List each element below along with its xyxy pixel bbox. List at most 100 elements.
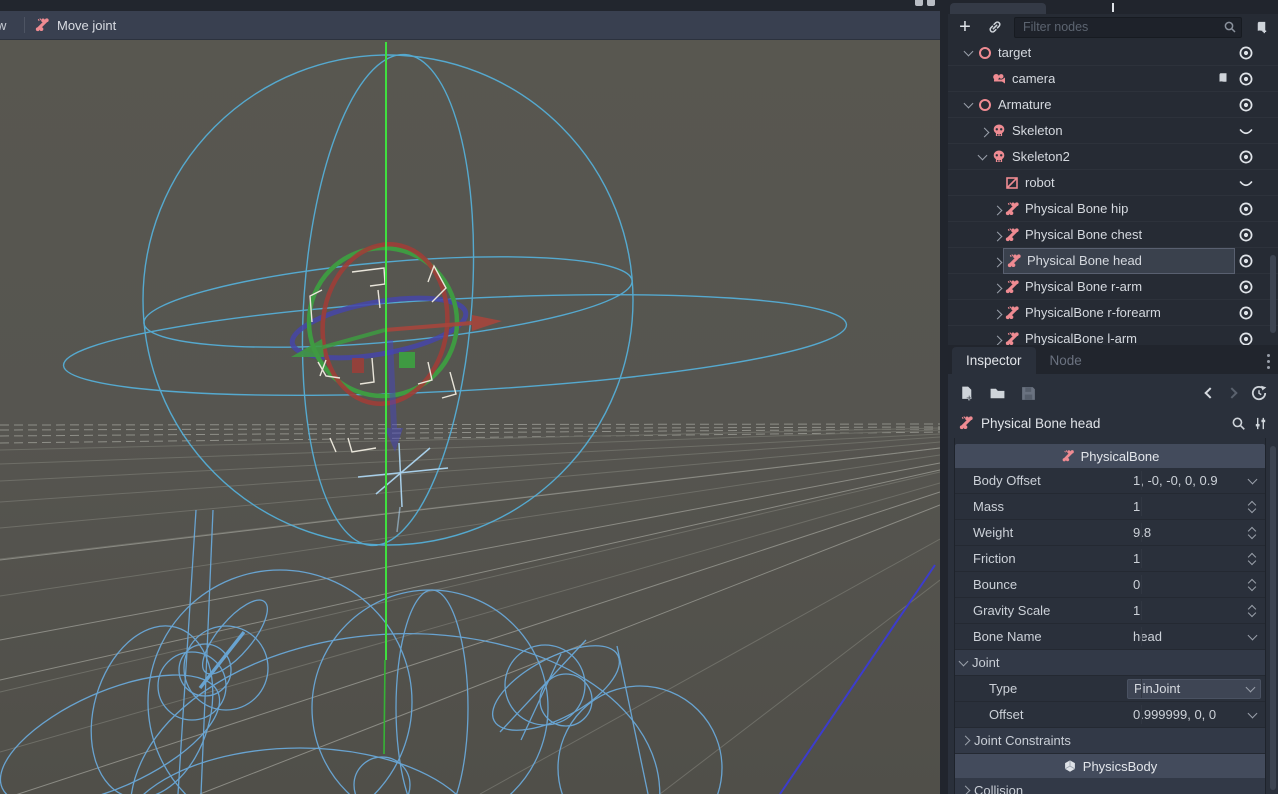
section-joint[interactable]: Joint	[955, 650, 1265, 676]
property-tools-icon[interactable]	[1253, 416, 1268, 431]
scene-tree-scrollbar[interactable]	[1270, 255, 1276, 333]
tree-row-physical-bone-hip[interactable]: Physical Bone hip	[948, 196, 1278, 222]
history-forward-icon[interactable]	[1226, 387, 1237, 398]
property-value[interactable]: 0.999999, 0, 0	[1127, 707, 1241, 722]
section-collision[interactable]: Collision	[955, 778, 1265, 794]
tree-row-physical-bone-head[interactable]: Physical Bone head	[948, 248, 1278, 274]
chevron-down-icon[interactable]	[964, 47, 974, 57]
gizmo-green-plane-handle[interactable]	[399, 352, 415, 368]
section-joint-constraints[interactable]: Joint Constraints	[955, 728, 1265, 754]
bone-icon	[1004, 227, 1020, 243]
viewport-toolbar: w Move joint	[0, 11, 940, 40]
eye-open-icon[interactable]	[1238, 97, 1254, 113]
tree-item-label: target	[998, 45, 1031, 60]
category-label: PhysicalBone	[1081, 449, 1160, 464]
chevron-down-icon[interactable]	[964, 99, 974, 109]
property-row-weight[interactable]: Weight 9.8	[955, 520, 1265, 546]
tree-row-armature[interactable]: Armature	[948, 92, 1278, 118]
chevron-right-icon[interactable]	[993, 284, 1003, 294]
property-row-friction[interactable]: Friction 1	[955, 546, 1265, 572]
inspector-tab-bar: Inspector Node	[948, 345, 1278, 374]
chevron-right-icon[interactable]	[993, 232, 1003, 242]
chevron-right-icon[interactable]	[993, 206, 1003, 216]
tree-item-label: Physical Bone chest	[1025, 227, 1142, 242]
eye-open-icon[interactable]	[1238, 71, 1254, 87]
expand-value-icon[interactable]	[1247, 708, 1257, 718]
save-resource-icon[interactable]	[1020, 385, 1037, 402]
eye-closed-icon[interactable]	[1238, 123, 1254, 139]
scene-filter-row: +	[948, 14, 1278, 40]
tree-row-skeleton2[interactable]: Skeleton2	[948, 144, 1278, 170]
tree-row-camera[interactable]: camera	[948, 66, 1278, 92]
expand-value-icon[interactable]	[1247, 474, 1257, 484]
search-properties-icon[interactable]	[1231, 416, 1246, 431]
chevron-right-icon[interactable]	[993, 258, 1003, 268]
property-label: Weight	[955, 525, 1127, 540]
dropdown-icon[interactable]	[1247, 630, 1257, 640]
chevron-right-icon[interactable]	[980, 128, 990, 138]
property-value[interactable]: 1	[1127, 551, 1241, 566]
property-value[interactable]: 1	[1127, 499, 1241, 514]
chevron-down-icon[interactable]	[978, 151, 988, 161]
godot-editor-window: w Move joint	[0, 0, 1278, 794]
eye-open-icon[interactable]	[1238, 279, 1254, 295]
property-row-gravity-scale[interactable]: Gravity Scale 1	[955, 598, 1265, 624]
eye-open-icon[interactable]	[1238, 331, 1254, 346]
tree-row-robot[interactable]: robot	[948, 170, 1278, 196]
property-value[interactable]: 9.8	[1127, 525, 1241, 540]
script-icon[interactable]	[1216, 71, 1230, 86]
property-row-bone-name[interactable]: Bone Name head	[955, 624, 1265, 650]
eye-open-icon[interactable]	[1238, 227, 1254, 243]
scene-tab-partial[interactable]	[950, 3, 1046, 14]
view-menu-partial[interactable]: w	[0, 18, 15, 33]
tab-node[interactable]: Node	[1036, 347, 1096, 374]
object-history-icon[interactable]	[1250, 384, 1268, 402]
spinbox-icon[interactable]	[1249, 606, 1255, 616]
tree-row-physical-bone-r-arm[interactable]: Physical Bone r-arm	[948, 274, 1278, 300]
viewport-canvas[interactable]	[0, 40, 940, 794]
eye-open-icon[interactable]	[1238, 149, 1254, 165]
bone-icon	[1006, 253, 1022, 269]
tab-inspector[interactable]: Inspector	[952, 347, 1036, 374]
tree-row-skeleton[interactable]: Skeleton	[948, 118, 1278, 144]
chevron-right-icon[interactable]	[993, 336, 1003, 345]
instance-scene-button[interactable]	[984, 16, 1006, 38]
dock-menu-icon[interactable]	[1267, 354, 1270, 369]
eye-open-icon[interactable]	[1238, 305, 1254, 321]
property-row-joint-offset[interactable]: Offset 0.999999, 0, 0	[955, 702, 1265, 728]
spinbox-icon[interactable]	[1249, 580, 1255, 590]
property-row-body-offset[interactable]: Body Offset 1, -0, -0, 0, 0.9	[955, 468, 1265, 494]
property-label: Gravity Scale	[955, 603, 1127, 618]
property-value[interactable]: 1	[1127, 603, 1241, 618]
property-value[interactable]: 0	[1127, 577, 1241, 592]
spinbox-icon[interactable]	[1249, 528, 1255, 538]
property-value[interactable]: head	[1127, 629, 1241, 644]
inspector-scrollbar[interactable]	[1270, 446, 1276, 790]
eye-closed-icon[interactable]	[1238, 175, 1254, 191]
attach-script-button[interactable]	[1250, 16, 1272, 38]
history-back-icon[interactable]	[1204, 387, 1215, 398]
inspector-object-row: Physical Bone head	[948, 408, 1278, 438]
gizmo-red-plane-handle[interactable]	[352, 358, 364, 373]
property-row-bounce[interactable]: Bounce 0	[955, 572, 1265, 598]
load-resource-folder-icon[interactable]	[989, 385, 1006, 402]
eye-open-icon[interactable]	[1238, 201, 1254, 217]
new-resource-icon[interactable]	[958, 385, 975, 402]
tree-row-physicalbone-r-forearm[interactable]: PhysicalBone r-forearm	[948, 300, 1278, 326]
filter-nodes-input[interactable]	[1014, 17, 1242, 38]
chevron-right-icon[interactable]	[993, 310, 1003, 320]
mesh-icon	[1004, 175, 1020, 191]
physics-body-cube-icon	[1063, 759, 1077, 773]
eye-open-icon[interactable]	[1238, 45, 1254, 61]
joint-type-dropdown[interactable]: PinJoint	[1127, 679, 1261, 699]
tree-row-target[interactable]: target	[948, 40, 1278, 66]
property-row-joint-type[interactable]: Type PinJoint	[955, 676, 1265, 702]
tree-row-physical-bone-chest[interactable]: Physical Bone chest	[948, 222, 1278, 248]
property-value[interactable]: 1, -0, -0, 0, 0.9	[1127, 473, 1241, 488]
property-row-mass[interactable]: Mass 1	[955, 494, 1265, 520]
eye-open-icon[interactable]	[1238, 253, 1254, 269]
spinbox-icon[interactable]	[1249, 502, 1255, 512]
spinbox-icon[interactable]	[1249, 554, 1255, 564]
tree-row-physicalbone-l-arm[interactable]: PhysicalBone l-arm	[948, 326, 1278, 345]
add-node-button[interactable]: +	[954, 16, 976, 38]
